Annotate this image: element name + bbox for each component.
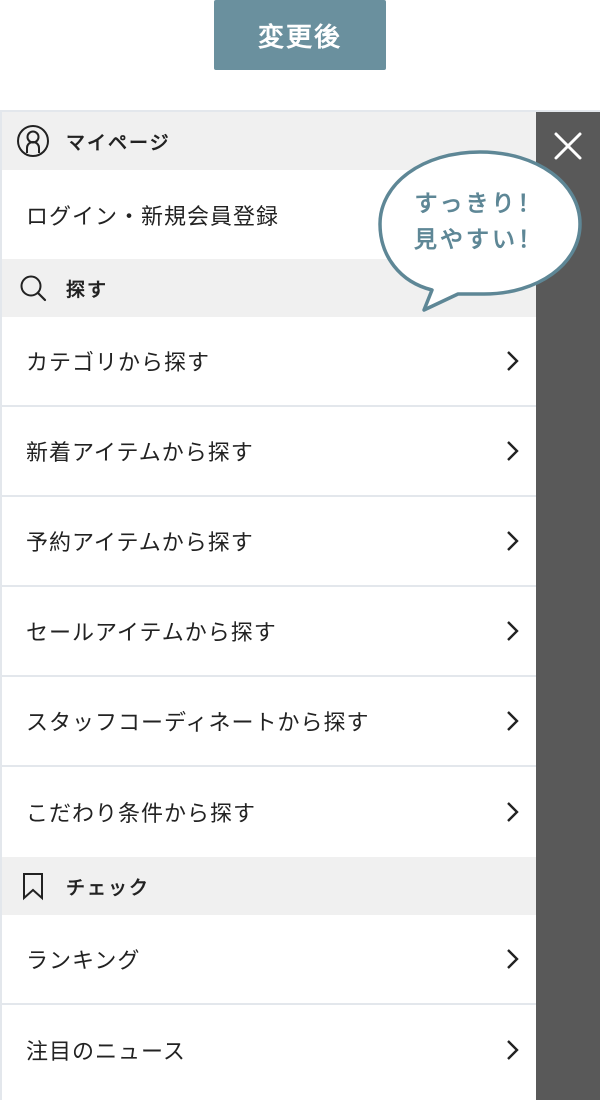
bookmark-icon [16, 869, 50, 903]
section-header-check: チェック [2, 857, 536, 915]
menu-item-new-arrivals[interactable]: 新着アイテムから探す [2, 407, 536, 497]
speech-bubble-text: すっきり！ 見やすい！ [376, 186, 582, 258]
menu-item-label: ランキング [26, 949, 141, 974]
bubble-line-1: すっきり！ [414, 191, 544, 217]
section-title-check: チェック [66, 876, 151, 899]
menu-item-preorder[interactable]: 予約アイテムから探す [2, 497, 536, 587]
menu-item-sale[interactable]: セールアイテムから探す [2, 587, 536, 677]
speech-bubble: すっきり！ 見やすい！ [376, 148, 584, 318]
menu-item-category[interactable]: カテゴリから探す [2, 317, 536, 407]
menu-item-label: 予約アイテムから探す [26, 531, 254, 556]
chevron-right-icon [507, 711, 519, 731]
menu-item-label: 新着アイテムから探す [26, 441, 254, 466]
chevron-right-icon [507, 621, 519, 641]
menu-item-label: スタッフコーディネートから探す [26, 711, 370, 736]
menu-item-label: セールアイテムから探す [26, 621, 277, 646]
chevron-right-icon [507, 802, 519, 822]
chevron-right-icon [507, 441, 519, 461]
chevron-right-icon [507, 531, 519, 551]
chevron-right-icon [507, 351, 519, 371]
menu-item-label: 注目のニュース [26, 1040, 186, 1065]
section-title-mypage: マイページ [66, 131, 171, 154]
chevron-right-icon [507, 949, 519, 969]
page: 変更後 マイページ ログイン・新規会員登録 探す カテゴリから探す 新着アイテム… [0, 0, 600, 1100]
section-title-search: 探す [66, 278, 109, 301]
menu-item-label: こだわり条件から探す [26, 802, 257, 827]
search-icon [16, 271, 50, 305]
menu-item-detailed-conditions[interactable]: こだわり条件から探す [2, 767, 536, 857]
user-icon [16, 124, 50, 158]
chevron-right-icon [507, 1040, 519, 1060]
menu-item-featured-news[interactable]: 注目のニュース [2, 1005, 536, 1095]
menu-item-staff-coordinate[interactable]: スタッフコーディネートから探す [2, 677, 536, 767]
menu-item-label: カテゴリから探す [26, 351, 211, 376]
after-label-badge: 変更後 [214, 0, 386, 70]
bubble-line-2: 見やすい！ [414, 227, 544, 253]
menu-item-ranking[interactable]: ランキング [2, 915, 536, 1005]
